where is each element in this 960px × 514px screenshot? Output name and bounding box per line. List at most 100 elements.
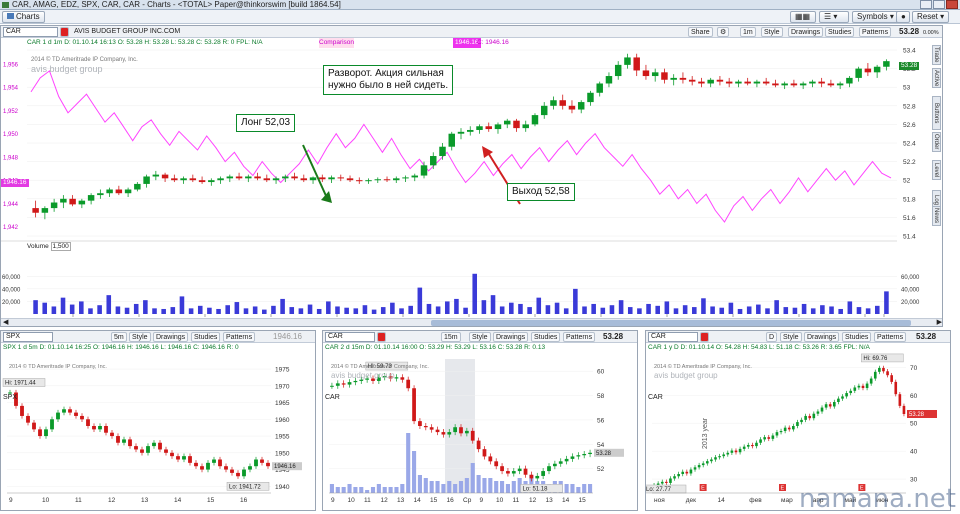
cary-interval-button[interactable]: D (766, 332, 778, 342)
cary-studies-button[interactable]: Studies (842, 332, 872, 342)
price-tick-label: 1950 (275, 450, 290, 457)
car15-interval-button[interactable]: 15m (441, 332, 461, 342)
scroll-left-icon[interactable]: ◀ (3, 318, 8, 326)
candle-body (772, 83, 779, 86)
cary-style-button[interactable]: Style (780, 332, 802, 342)
time-tick-label: фев (749, 497, 762, 504)
time-tick-label: 15 (579, 497, 587, 504)
candle-body (488, 456, 493, 462)
maximize-icon[interactable] (933, 0, 945, 9)
hi-marker-text: Hi: 69.76 (863, 356, 888, 362)
side-tab-news[interactable]: News (932, 206, 941, 226)
link-icon[interactable]: ● (896, 11, 910, 23)
car15-symbol-input[interactable]: CAR (325, 332, 375, 342)
volume-bar (458, 481, 464, 493)
share-button[interactable]: Share (688, 27, 713, 37)
main-chart-toolbar: CAR AVIS BUDGET GROUP INC.COM Share ⚙ 1m… (1, 26, 942, 38)
lo-marker: Lo: 27.77 (646, 484, 687, 494)
cary-patterns-button[interactable]: Patterns (874, 332, 907, 342)
time-tick-label: 11 (75, 497, 82, 504)
candle-body (688, 79, 696, 82)
spx-interval-button[interactable]: 5m (111, 332, 127, 342)
scroll-right-icon[interactable]: ▶ (937, 318, 942, 326)
candle-body (78, 200, 86, 205)
side-tab-active[interactable]: Active (932, 68, 941, 88)
volume-bar (423, 478, 428, 493)
time-tick-label: 14 (562, 497, 570, 504)
cary-symbol-input[interactable]: CAR (648, 332, 698, 342)
candle-body (412, 388, 416, 422)
spx-patterns-button[interactable]: Patterns (223, 332, 256, 342)
side-tab-level-ii[interactable]: Level II (932, 160, 941, 180)
symbols-button[interactable]: Symbols ▾ (852, 11, 899, 23)
grid-layout-button[interactable]: ▦▦ (790, 11, 816, 23)
car15-style-button[interactable]: Style (469, 332, 491, 342)
drawings-button[interactable]: Drawings (788, 27, 824, 37)
car15-patterns-button[interactable]: Patterns (563, 332, 596, 342)
settings-icon[interactable]: ⚙ (717, 27, 730, 37)
candle-body (564, 458, 569, 462)
main-copyright: 2014 © TD Ameritrade IP Company, Inc. (31, 57, 138, 63)
candle-body (448, 133, 455, 147)
candle-body (236, 472, 240, 477)
volume-bar (124, 307, 130, 314)
cary-link-icon[interactable] (700, 332, 709, 342)
close-icon[interactable] (946, 0, 958, 9)
spx-studies-button[interactable]: Studies (191, 332, 221, 342)
price-tick-label: 1975 (275, 367, 290, 374)
main-scrollbar[interactable]: ◀ ▶ (1, 318, 942, 326)
hi-marker: Hi: 1971.44 (2, 378, 46, 387)
price-tick-label: 52 (903, 178, 911, 185)
symbol-link-icon[interactable] (60, 27, 69, 37)
main-price-chart[interactable]: 1,9561,9541,9521,9501,9481,9461,9441,942… (1, 48, 943, 326)
candle-body (170, 452, 174, 457)
minimize-icon[interactable] (920, 0, 932, 9)
volume-bar (197, 305, 203, 314)
time-tick-label: 10 (496, 497, 504, 504)
candle-body (476, 126, 483, 130)
volume-bar (505, 484, 510, 493)
patterns-button[interactable]: Patterns (859, 27, 892, 37)
spx-symbol-input[interactable]: SPX (3, 332, 53, 342)
cary-drawings-button[interactable]: Drawings (804, 332, 840, 342)
candle-body (670, 77, 677, 80)
layout-menu-button[interactable]: ☰ ▾ (819, 11, 849, 23)
candle-body (430, 156, 437, 166)
comparison-close: C: 1946.16 (477, 39, 509, 46)
candle-body (849, 390, 853, 394)
candle-body (504, 120, 511, 125)
candle-body (134, 446, 138, 450)
lo-marker: Lo: 1941.72 (226, 482, 270, 491)
volume-bar (394, 487, 399, 493)
car15-link-icon[interactable] (377, 332, 386, 342)
volume-bar (810, 308, 816, 314)
charts-tab[interactable]: Charts (2, 11, 45, 23)
spx-price-chart[interactable]: 19751970196519601955195019451940Hi: 1971… (1, 353, 307, 510)
style-button[interactable]: Style (761, 27, 783, 37)
candle-body (689, 469, 693, 474)
comparison-tick-label: 1,956 (3, 62, 19, 68)
chart-content: 19751970196519601955195019451940Hi: 1971… (2, 367, 302, 504)
time-tick-label: 13 (397, 497, 405, 504)
reset-button[interactable]: Reset ▾ (912, 11, 950, 23)
spx-drawings-button[interactable]: Drawings (153, 332, 189, 342)
spx-info-bar: SPX 1 d 5m D: 01.10.14 16:25 O: 1946.16 … (1, 343, 315, 353)
volume-bar (509, 302, 514, 314)
candle-body (718, 456, 721, 458)
scrollbar-thumb[interactable] (431, 320, 911, 326)
spx-style-button[interactable]: Style (129, 332, 151, 342)
car15-drawings-button[interactable]: Drawings (493, 332, 529, 342)
volume-bar (570, 484, 575, 493)
studies-button[interactable]: Studies (825, 27, 855, 37)
side-tab-buttons[interactable]: Buttons (932, 96, 941, 130)
volume-bar (133, 303, 139, 314)
interval-button[interactable]: 1m (740, 27, 756, 37)
price-tick-label: 1960 (275, 417, 290, 424)
candle-body (665, 481, 668, 483)
candle-body (722, 454, 726, 457)
car15-studies-button[interactable]: Studies (531, 332, 561, 342)
side-tab-trade[interactable]: Trade (932, 45, 941, 65)
side-tab-order[interactable]: Order (932, 132, 941, 152)
candle-body (800, 419, 803, 423)
main-symbol-input[interactable]: CAR (3, 27, 58, 37)
